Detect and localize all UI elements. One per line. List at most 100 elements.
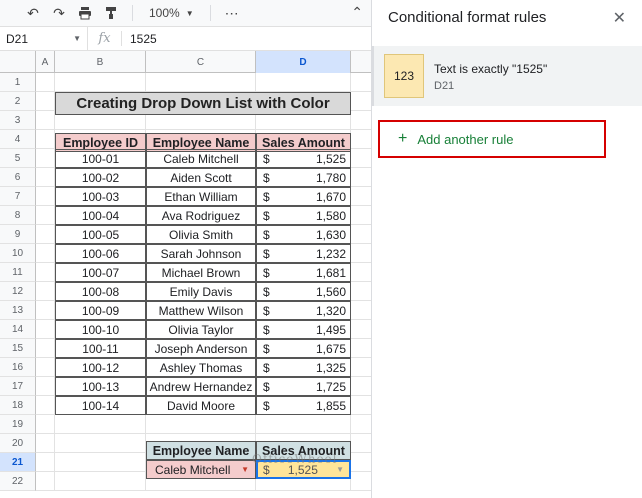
- currency-symbol: $: [263, 265, 270, 280]
- row-header[interactable]: 16: [0, 358, 36, 377]
- row-header[interactable]: 7: [0, 187, 36, 206]
- sales-amount-cell[interactable]: $1,675: [256, 339, 351, 358]
- employee-name-cell[interactable]: Sarah Johnson: [146, 244, 256, 263]
- zoom-select[interactable]: 100% ▼: [143, 6, 200, 20]
- formula-input[interactable]: 1525: [122, 32, 157, 46]
- lookup-header-name[interactable]: Employee Name: [146, 441, 256, 460]
- employee-name-cell[interactable]: Olivia Taylor: [146, 320, 256, 339]
- row-header[interactable]: 15: [0, 339, 36, 358]
- row-header[interactable]: 3: [0, 111, 36, 130]
- employee-dropdown[interactable]: Caleb Mitchell ▼: [146, 460, 256, 479]
- employee-name-cell[interactable]: Andrew Hernandez: [146, 377, 256, 396]
- zoom-value: 100%: [149, 6, 180, 20]
- employee-id-cell[interactable]: 100-09: [55, 301, 146, 320]
- row-header[interactable]: 6: [0, 168, 36, 187]
- sales-amount-cell[interactable]: $1,320: [256, 301, 351, 320]
- close-icon[interactable]: ✕: [613, 8, 626, 28]
- sales-amount-cell[interactable]: $1,232: [256, 244, 351, 263]
- row-header[interactable]: 12: [0, 282, 36, 301]
- collapse-icon[interactable]: ⌃: [351, 4, 363, 21]
- row-header[interactable]: 20: [0, 434, 36, 453]
- row-header[interactable]: 14: [0, 320, 36, 339]
- employee-name-cell[interactable]: Ashley Thomas: [146, 358, 256, 377]
- row-header[interactable]: 11: [0, 263, 36, 282]
- currency-symbol: $: [263, 341, 270, 356]
- row-header[interactable]: 1: [0, 73, 36, 92]
- column-header-b[interactable]: B: [55, 51, 146, 73]
- employee-id-cell[interactable]: 100-05: [55, 225, 146, 244]
- format-rule-card[interactable]: 123 Text is exactly "1525" D21: [374, 46, 642, 106]
- employee-id-cell[interactable]: 100-13: [55, 377, 146, 396]
- employee-id-cell[interactable]: 100-03: [55, 187, 146, 206]
- sales-amount-cell[interactable]: $1,560: [256, 282, 351, 301]
- row-header[interactable]: 17: [0, 377, 36, 396]
- sales-amount-cell[interactable]: $1,855: [256, 396, 351, 415]
- employee-id-cell[interactable]: 100-14: [55, 396, 146, 415]
- employee-id-cell[interactable]: 100-01: [55, 149, 146, 168]
- sales-amount-cell[interactable]: $1,325: [256, 358, 351, 377]
- formula-bar: D21 ▼ fx 1525: [0, 26, 371, 51]
- employee-name-cell[interactable]: Ava Rodriguez: [146, 206, 256, 225]
- sales-amount-cell[interactable]: $1,525: [256, 149, 351, 168]
- print-icon[interactable]: [74, 2, 96, 24]
- row-header[interactable]: 13: [0, 301, 36, 320]
- sales-amount-cell[interactable]: $1,630: [256, 225, 351, 244]
- row-header[interactable]: 10: [0, 244, 36, 263]
- employee-name-cell[interactable]: David Moore: [146, 396, 256, 415]
- employee-id-cell[interactable]: 100-11: [55, 339, 146, 358]
- sales-amount-cell[interactable]: $1,681: [256, 263, 351, 282]
- employee-id-cell[interactable]: 100-02: [55, 168, 146, 187]
- employee-name-cell[interactable]: Olivia Smith: [146, 225, 256, 244]
- sales-amount-value: 1,681: [315, 265, 346, 280]
- sales-amount-value: 1,325: [315, 360, 346, 375]
- paint-format-icon[interactable]: [100, 2, 122, 24]
- row-header[interactable]: 4: [0, 130, 36, 149]
- add-rule-label: Add another rule: [417, 131, 514, 147]
- row-header[interactable]: 8: [0, 206, 36, 225]
- name-box[interactable]: D21 ▼: [0, 27, 88, 50]
- add-another-rule-button[interactable]: + Add another rule: [378, 120, 606, 158]
- employee-name-cell[interactable]: Michael Brown: [146, 263, 256, 282]
- column-header-d[interactable]: D: [256, 51, 351, 73]
- more-options-icon[interactable]: ⋯: [225, 5, 240, 22]
- conditional-format-panel: Conditional format rules ✕ 123 Text is e…: [371, 0, 642, 498]
- employee-id-cell[interactable]: 100-12: [55, 358, 146, 377]
- spreadsheet-grid[interactable]: A B C D 1 2 3 4 5 6 7 8 9 10 11 12 13 14 15 16 17 18 19 20 2…: [0, 51, 371, 498]
- row-header[interactable]: 18: [0, 396, 36, 415]
- employee-name-cell[interactable]: Ethan William: [146, 187, 256, 206]
- row-header[interactable]: 19: [0, 415, 36, 434]
- select-all-corner[interactable]: [0, 51, 36, 73]
- sales-amount-cell[interactable]: $1,725: [256, 377, 351, 396]
- sales-amount-cell[interactable]: $1,670: [256, 187, 351, 206]
- employee-id-cell[interactable]: 100-08: [55, 282, 146, 301]
- employee-id-cell[interactable]: 100-07: [55, 263, 146, 282]
- employee-id-cell[interactable]: 100-04: [55, 206, 146, 225]
- redo-icon[interactable]: ↷: [48, 2, 70, 24]
- sales-amount-value: 1,630: [315, 227, 346, 242]
- dropdown-arrow-icon[interactable]: ▼: [241, 465, 249, 474]
- toolbar-divider: [209, 5, 211, 21]
- employee-name-cell[interactable]: Caleb Mitchell: [146, 149, 256, 168]
- employee-name-cell[interactable]: Emily Davis: [146, 282, 256, 301]
- sales-amount-cell[interactable]: $1,780: [256, 168, 351, 187]
- row-header[interactable]: 5: [0, 149, 36, 168]
- dropdown-arrow-icon[interactable]: ▼: [336, 465, 344, 474]
- sheet-title[interactable]: Creating Drop Down List with Color: [55, 92, 351, 115]
- sales-amount-value: 1,525: [315, 151, 346, 166]
- employee-id-cell[interactable]: 100-06: [55, 244, 146, 263]
- sales-amount-cell[interactable]: $1,495: [256, 320, 351, 339]
- employee-name-cell[interactable]: Aiden Scott: [146, 168, 256, 187]
- row-header[interactable]: 2: [0, 92, 36, 111]
- sales-amount-cell[interactable]: $1,580: [256, 206, 351, 225]
- column-header-c[interactable]: C: [146, 51, 256, 73]
- chevron-down-icon: ▼: [73, 34, 81, 43]
- column-header-a[interactable]: A: [36, 51, 55, 73]
- employee-name-cell[interactable]: Matthew Wilson: [146, 301, 256, 320]
- row-header[interactable]: 21: [0, 453, 36, 472]
- undo-icon[interactable]: ↶: [22, 2, 44, 24]
- employee-id-cell[interactable]: 100-10: [55, 320, 146, 339]
- employee-name-cell[interactable]: Joseph Anderson: [146, 339, 256, 358]
- row-header[interactable]: 22: [0, 472, 36, 491]
- row-header[interactable]: 9: [0, 225, 36, 244]
- sales-amount-value: 1,560: [315, 284, 346, 299]
